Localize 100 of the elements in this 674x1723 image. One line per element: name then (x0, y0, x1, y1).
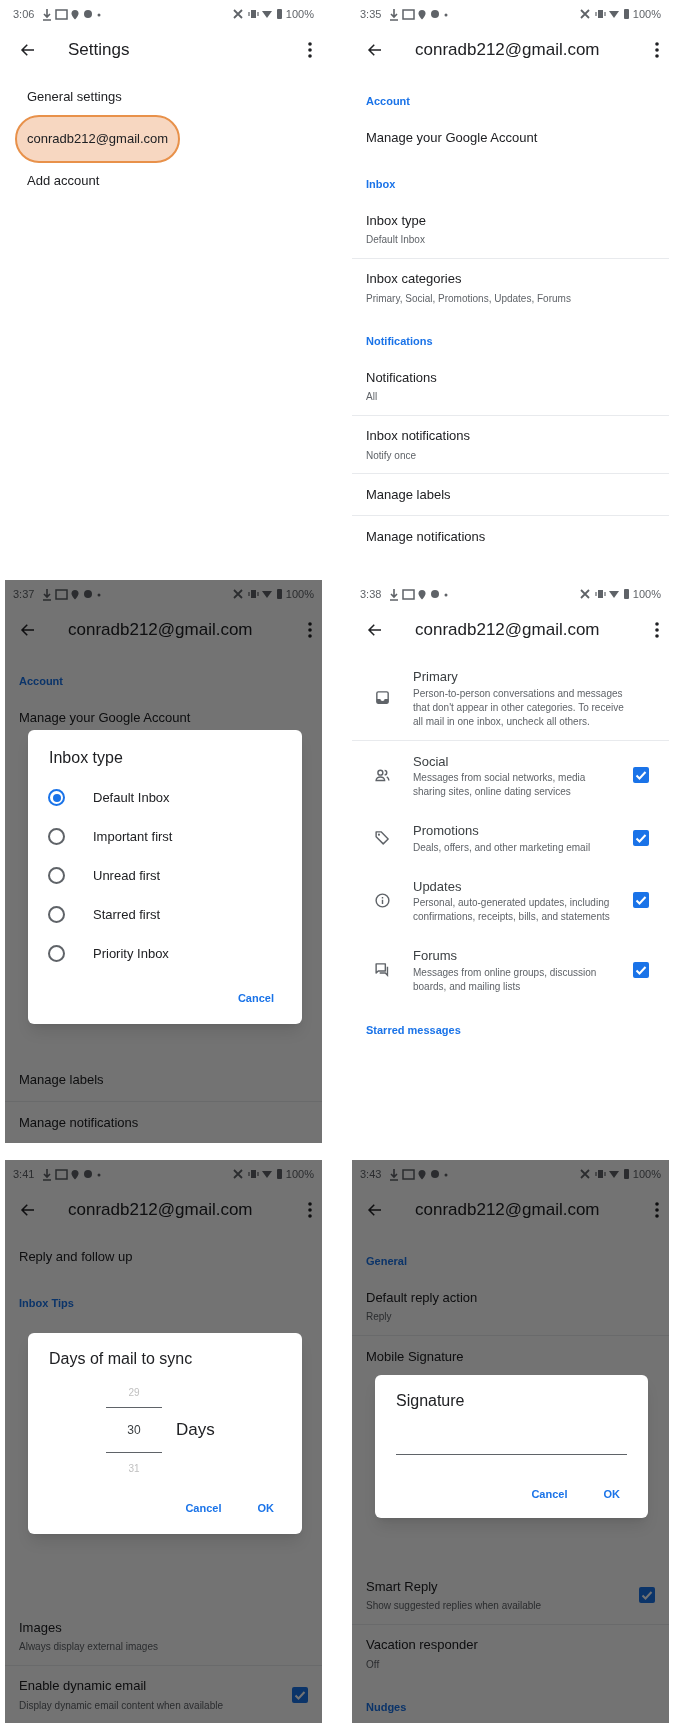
checkbox[interactable] (639, 1587, 655, 1603)
dialog-title: Inbox type (48, 748, 124, 768)
more-menu-icon[interactable] (655, 41, 659, 59)
app-bar-title: conradb212@gmail.com (415, 39, 600, 62)
setting-title[interactable]: Images (19, 1617, 308, 1638)
radio-label[interactable]: Starred first (93, 904, 161, 925)
inbox-tray-icon (374, 689, 391, 707)
dialog-button[interactable]: Cancel (237, 987, 274, 1010)
category-title: Forums (413, 947, 459, 965)
battery-level: 100% (285, 1166, 314, 1182)
setting-value: Always display external images (19, 1640, 159, 1655)
status-time: 3:41 (13, 1166, 35, 1182)
radio-button[interactable] (48, 945, 65, 962)
battery-level: 100% (632, 6, 661, 22)
radio-label[interactable]: Priority Inbox (93, 943, 169, 964)
people-icon (374, 766, 391, 784)
unit-label: Days (176, 1419, 215, 1442)
setting-title[interactable]: Manage labels (19, 1070, 308, 1090)
status-icons-drawing (578, 1167, 629, 1181)
notification-icons-drawing (389, 1167, 450, 1181)
back-arrow-icon[interactable] (366, 41, 384, 59)
setting-title[interactable]: Manage notifications (366, 526, 655, 547)
app-bar-title: conradb212@gmail.com (68, 619, 253, 642)
setting-title[interactable]: Inbox notifications (366, 426, 655, 446)
setting-value: Notify once (366, 448, 418, 463)
notification-icons-drawing (389, 587, 450, 601)
category-description: Personal, auto-generated updates, including confirmations, receipts, bills, and statements (413, 896, 611, 924)
tag-icon (374, 829, 391, 847)
notification-icons-drawing (389, 7, 450, 21)
section-header: Nudges (366, 1701, 407, 1713)
setting-title[interactable]: Vacation responder (366, 1635, 655, 1655)
radio-button[interactable] (48, 828, 65, 845)
status-time: 3:06 (13, 6, 35, 22)
status-icons-drawing (231, 1167, 282, 1181)
checkbox[interactable] (292, 1686, 308, 1703)
battery-level: 100% (632, 586, 661, 602)
status-icons-drawing (578, 7, 629, 21)
setting-title[interactable]: Enable dynamic email (19, 1676, 292, 1696)
section-header: General (366, 1255, 407, 1267)
setting-title[interactable]: Manage notifications (19, 1112, 308, 1133)
back-arrow-icon[interactable] (366, 621, 384, 639)
status-time: 3:43 (360, 1166, 382, 1182)
section-header: Account (366, 95, 410, 107)
dialog-button[interactable]: Cancel (531, 1483, 568, 1506)
dialog-button[interactable]: Cancel (185, 1497, 222, 1520)
more-menu-icon[interactable] (655, 621, 659, 639)
status-time: 3:38 (360, 586, 382, 602)
picker-value[interactable]: 30 (127, 1421, 141, 1439)
status-icons-drawing (578, 587, 629, 601)
setting-title[interactable]: Default reply action (366, 1287, 655, 1308)
radio-label[interactable]: Default Inbox (93, 787, 170, 808)
account-item[interactable]: Add account (27, 171, 100, 191)
app-bar-title: conradb212@gmail.com (415, 1199, 600, 1222)
setting-title[interactable]: Manage labels (366, 484, 655, 505)
app-bar-title: Settings (68, 39, 130, 62)
status-icons-drawing (231, 7, 282, 21)
more-menu-icon[interactable] (308, 41, 312, 59)
dialog-title: Signature (395, 1391, 466, 1411)
checkbox[interactable] (633, 892, 649, 909)
section-header: Inbox Tips (19, 1297, 74, 1309)
category-description: Deals, offers, and other marketing email (413, 840, 592, 855)
category-description: Messages from online groups, discussion boards, and mailing lists (413, 965, 598, 994)
section-header: Account (19, 675, 63, 687)
setting-title[interactable]: Inbox categories (366, 269, 655, 289)
setting-title[interactable]: Manage your Google Account (366, 128, 655, 148)
account-item[interactable]: General settings (27, 87, 122, 107)
account-item[interactable]: conradb212@gmail.com (15, 115, 181, 163)
setting-title[interactable]: Inbox type (366, 210, 655, 231)
category-title: Updates (413, 877, 463, 896)
info-icon (374, 891, 391, 909)
radio-button[interactable] (48, 906, 65, 923)
dialog-button[interactable]: OK (257, 1497, 274, 1520)
category-title: Primary (413, 668, 459, 686)
app-bar-title: conradb212@gmail.com (415, 619, 600, 642)
notification-icons-drawing (42, 1167, 103, 1181)
dialog-title: Days of mail to sync (48, 1349, 194, 1369)
dialog-button[interactable]: OK (603, 1483, 620, 1506)
setting-value: Display dynamic email content when available (19, 1698, 224, 1713)
category-title: Promotions (413, 822, 480, 840)
setting-title[interactable]: Reply and follow up (19, 1247, 308, 1267)
status-time: 3:35 (360, 6, 382, 22)
setting-value: All (366, 390, 379, 405)
notification-icons-drawing (42, 7, 103, 21)
checkbox[interactable] (633, 961, 649, 978)
checkbox[interactable] (633, 767, 649, 784)
setting-title[interactable]: Manage your Google Account (19, 708, 308, 728)
app-bar-title: conradb212@gmail.com (68, 1199, 253, 1222)
setting-title[interactable]: Mobile Signature (366, 1346, 655, 1367)
section-header: Starred messages (366, 1023, 461, 1036)
setting-value: Reply (366, 1310, 393, 1325)
status-time: 3:37 (13, 586, 35, 602)
setting-title[interactable]: Notifications (366, 367, 655, 388)
radio-label[interactable]: Important first (93, 826, 173, 847)
radio-label[interactable]: Unread first (93, 865, 161, 886)
setting-title[interactable]: Smart Reply (366, 1576, 639, 1597)
checkbox[interactable] (633, 829, 649, 846)
category-description: Messages from social networks, media sharing sites, online dating services (413, 771, 587, 799)
radio-button[interactable] (48, 789, 65, 806)
radio-button[interactable] (48, 867, 65, 884)
back-arrow-icon[interactable] (19, 41, 37, 59)
